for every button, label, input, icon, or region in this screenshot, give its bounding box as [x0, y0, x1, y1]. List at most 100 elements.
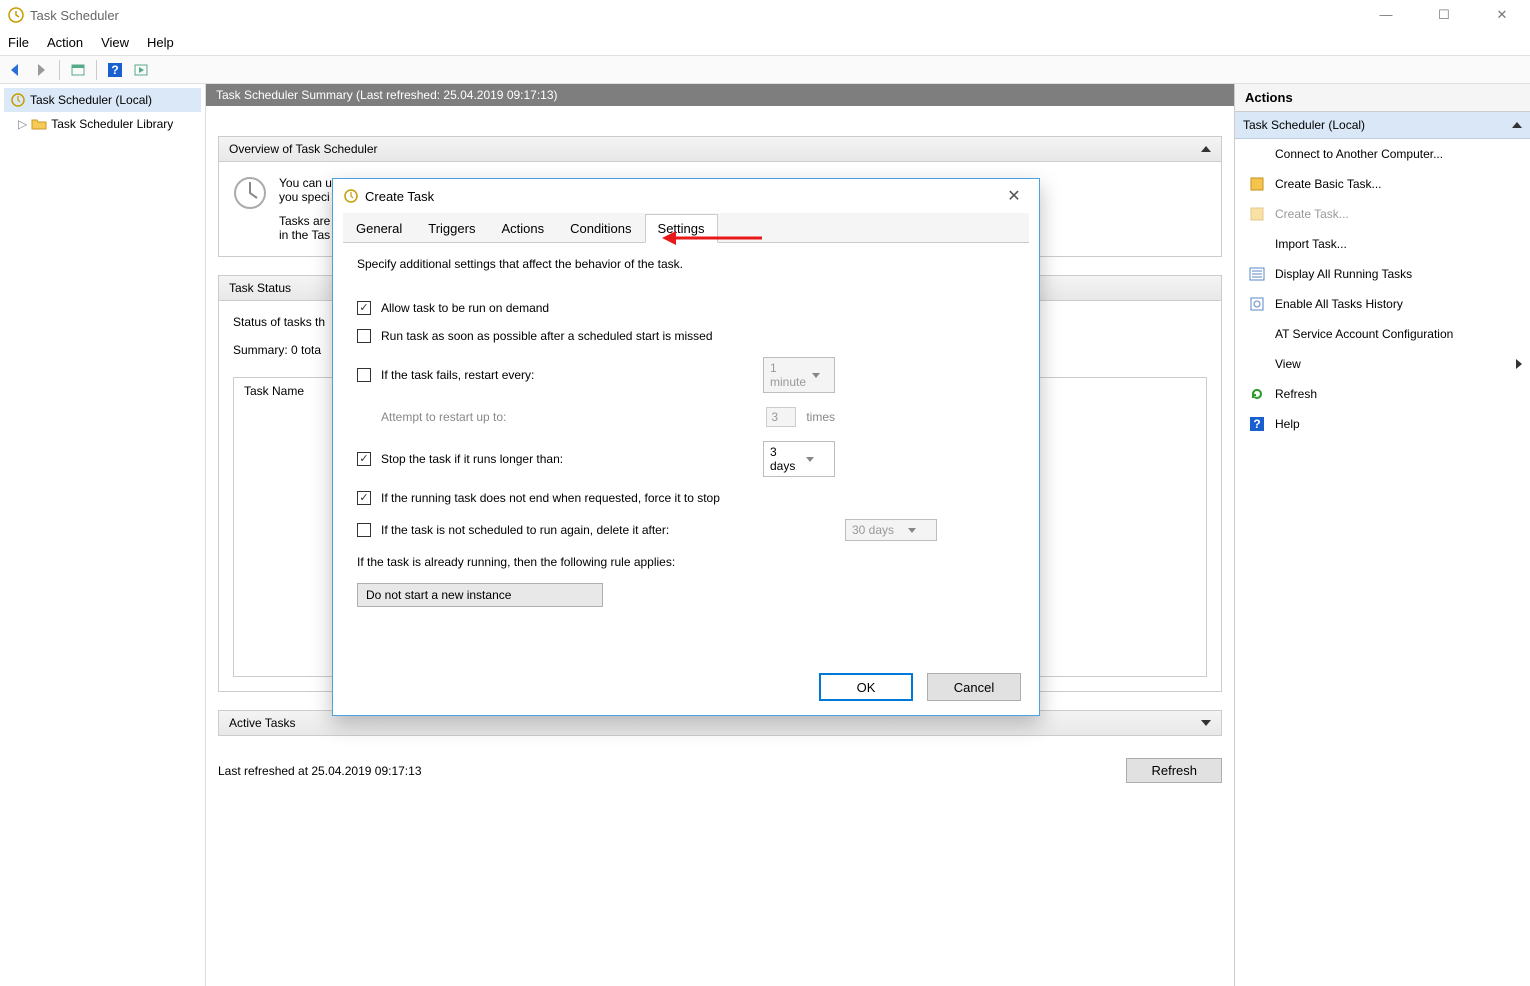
combo-rule[interactable]: Do not start a new instance — [357, 583, 603, 607]
last-refreshed-text: Last refreshed at 25.04.2019 09:17:13 — [218, 764, 422, 778]
task-name-header: Task Name — [244, 384, 304, 398]
menu-action[interactable]: Action — [47, 35, 83, 50]
actions-context: Task Scheduler (Local) — [1235, 112, 1530, 139]
checkbox-stop-longer[interactable] — [357, 452, 371, 466]
menu-help[interactable]: Help — [147, 35, 174, 50]
annotation-arrow — [662, 228, 762, 248]
checkbox-force-stop[interactable] — [357, 491, 371, 505]
combo-fail-interval[interactable]: 1 minute — [763, 357, 835, 393]
action-at-config[interactable]: AT Service Account Configuration — [1235, 319, 1530, 349]
action-import[interactable]: Import Task... — [1235, 229, 1530, 259]
action-enable-history-label: Enable All Tasks History — [1275, 297, 1403, 311]
action-import-label: Import Task... — [1275, 237, 1347, 251]
overview-text-3: Tasks are — [279, 214, 332, 228]
navigation-tree: Task Scheduler (Local) ▷ Task Scheduler … — [0, 84, 206, 986]
dialog-title: Create Task — [365, 189, 999, 204]
action-connect[interactable]: Connect to Another Computer... — [1235, 139, 1530, 169]
action-enable-history[interactable]: Enable All Tasks History — [1235, 289, 1530, 319]
summary-header: Task Scheduler Summary (Last refreshed: … — [206, 84, 1234, 106]
tab-triggers[interactable]: Triggers — [415, 214, 488, 243]
overview-title: Overview of Task Scheduler — [229, 142, 378, 156]
minimize-button[interactable]: — — [1366, 7, 1406, 23]
action-at-config-label: AT Service Account Configuration — [1275, 327, 1453, 341]
wizard-icon — [1249, 176, 1265, 192]
actions-pane: Actions Task Scheduler (Local) Connect t… — [1234, 84, 1530, 986]
action-refresh[interactable]: Refresh — [1235, 379, 1530, 409]
svg-text:?: ? — [1253, 417, 1260, 431]
submenu-arrow-icon — [1516, 359, 1522, 369]
window-buttons: — ☐ ✕ — [1366, 7, 1522, 23]
combo-delete-duration[interactable]: 30 days — [845, 519, 937, 541]
combo-delete-duration-value: 30 days — [852, 523, 894, 537]
titlebar: Task Scheduler — ☐ ✕ — [0, 0, 1530, 30]
help-icon[interactable]: ? — [104, 59, 126, 81]
config-icon — [1249, 326, 1265, 342]
run-icon[interactable] — [130, 59, 152, 81]
import-icon — [1249, 236, 1265, 252]
action-create-task[interactable]: Create Task... — [1235, 199, 1530, 229]
dialog-icon — [343, 188, 359, 204]
tab-actions[interactable]: Actions — [488, 214, 557, 243]
menu-file[interactable]: File — [8, 35, 29, 50]
checkbox-run-asap[interactable] — [357, 329, 371, 343]
action-create-basic-label: Create Basic Task... — [1275, 177, 1382, 191]
action-create-basic[interactable]: Create Basic Task... — [1235, 169, 1530, 199]
maximize-button[interactable]: ☐ — [1424, 7, 1464, 23]
create-task-dialog: Create Task ✕ General Triggers Actions C… — [332, 178, 1040, 716]
combo-stop-duration[interactable]: 3 days — [763, 441, 835, 477]
action-refresh-label: Refresh — [1275, 387, 1317, 401]
action-create-task-label: Create Task... — [1275, 207, 1349, 221]
cancel-button[interactable]: Cancel — [927, 673, 1021, 701]
checkbox-delete-after[interactable] — [357, 523, 371, 537]
menu-view[interactable]: View — [101, 35, 129, 50]
menubar: File Action View Help — [0, 30, 1530, 56]
checkbox-if-fails[interactable] — [357, 368, 371, 382]
clock-icon — [233, 176, 267, 210]
computer-icon — [1249, 146, 1265, 162]
task-status-title: Task Status — [229, 281, 291, 295]
label-delete-after: If the task is not scheduled to run agai… — [381, 523, 669, 537]
tree-library[interactable]: ▷ Task Scheduler Library — [4, 112, 201, 136]
collapse-icon[interactable] — [1512, 122, 1522, 128]
action-help-label: Help — [1275, 417, 1300, 431]
tree-library-label: Task Scheduler Library — [51, 117, 173, 131]
combo-rule-value: Do not start a new instance — [366, 588, 511, 602]
task-scheduler-icon — [8, 7, 24, 23]
help-icon: ? — [1249, 416, 1265, 432]
view-icon — [1249, 356, 1265, 372]
active-tasks-title: Active Tasks — [229, 716, 295, 730]
task-icon — [1249, 206, 1265, 222]
properties-icon[interactable] — [67, 59, 89, 81]
checkbox-allow-demand[interactable] — [357, 301, 371, 315]
label-stop-longer: Stop the task if it runs longer than: — [381, 452, 563, 466]
close-button[interactable]: ✕ — [1482, 7, 1522, 23]
settings-subtitle: Specify additional settings that affect … — [357, 257, 1015, 271]
svg-text:?: ? — [111, 63, 118, 77]
label-attempt-restart: Attempt to restart up to: — [381, 410, 506, 424]
input-attempt-count[interactable]: 3 — [766, 407, 796, 427]
back-button[interactable] — [4, 59, 26, 81]
refresh-icon — [1249, 386, 1265, 402]
dialog-close-button[interactable]: ✕ — [999, 186, 1029, 206]
action-help[interactable]: ? Help — [1235, 409, 1530, 439]
expand-icon[interactable]: ▷ — [18, 117, 27, 131]
tab-conditions[interactable]: Conditions — [557, 214, 644, 243]
ok-button[interactable]: OK — [819, 673, 913, 701]
scheduler-icon — [10, 92, 26, 108]
tab-general[interactable]: General — [343, 214, 415, 243]
action-view[interactable]: View — [1235, 349, 1530, 379]
action-display-running[interactable]: Display All Running Tasks — [1235, 259, 1530, 289]
overview-text-2: you speci — [279, 190, 332, 204]
actions-header: Actions — [1235, 84, 1530, 112]
action-view-label: View — [1275, 357, 1301, 371]
refresh-button[interactable]: Refresh — [1126, 758, 1222, 783]
folder-icon — [31, 116, 47, 132]
collapse-icon[interactable] — [1201, 146, 1211, 152]
toolbar: ? — [0, 56, 1530, 84]
combo-fail-interval-value: 1 minute — [770, 361, 806, 389]
expand-icon[interactable] — [1201, 720, 1211, 726]
actions-context-label: Task Scheduler (Local) — [1243, 118, 1365, 132]
tree-root-label: Task Scheduler (Local) — [30, 93, 152, 107]
tree-root[interactable]: Task Scheduler (Local) — [4, 88, 201, 112]
forward-button[interactable] — [30, 59, 52, 81]
